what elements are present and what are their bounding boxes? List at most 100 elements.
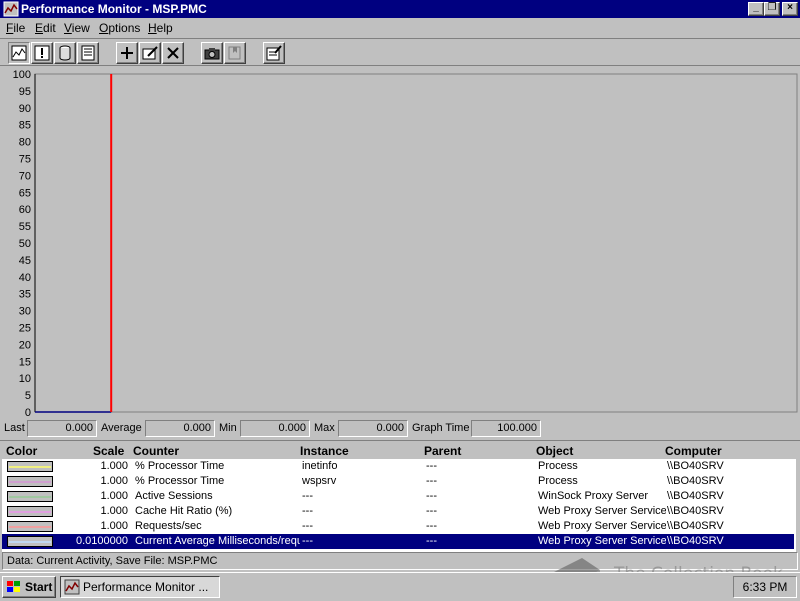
col-object: Object [536,444,574,458]
menu-edit-label: dit [43,21,56,35]
legend-object: WinSock Proxy Server [538,490,649,502]
col-color: Color [6,444,38,458]
minimize-button[interactable]: _ [748,2,764,16]
performance-monitor-app-icon[interactable] [3,1,19,17]
legend-computer: \\BO40SRV [667,490,724,502]
legend-parent: --- [426,460,437,472]
bookmark-button[interactable] [224,42,246,64]
legend-scale: 1.000 [100,460,128,472]
col-parent: Parent [424,444,462,458]
alert-view-button[interactable] [31,42,53,64]
edit-counter-icon [142,46,158,60]
legend-computer: \\BO40SRV [667,535,724,547]
legend-row[interactable]: 1.000 % Processor Time inetinfo --- Process \… [2,459,794,474]
y-tick-label: 5 [25,390,31,402]
title-bar: Performance Monitor - MSP.PMC _ ❐ × [0,0,800,18]
legend-row[interactable]: 0.0100000 Current Average Milliseconds/re… [2,534,794,549]
legend-computer: \\BO40SRV [667,475,724,487]
close-button[interactable]: × [782,2,798,16]
legend-color-swatch [7,491,53,502]
y-tick-label: 50 [19,238,31,250]
legend-row[interactable]: 1.000 Active Sessions --- --- WinSock Proxy … [2,489,794,504]
log-view-button[interactable] [54,42,76,64]
legend-instance: --- [302,490,313,502]
y-tick-label: 20 [19,339,31,351]
legend-counter: Active Sessions [135,490,213,502]
system-clock: 6:33 PM [733,576,797,598]
average-label: Average [101,422,142,434]
delete-counter-button[interactable] [162,42,184,64]
legend-color-swatch [7,536,53,547]
y-tick-label: 15 [19,356,31,368]
y-tick-label: 85 [19,120,31,132]
taskbar-performance-monitor[interactable]: Performance Monitor ... [60,576,220,598]
col-scale: Scale [93,444,125,458]
toolbar [0,38,800,66]
chart-svg: 1009590858075706560555045403530252015105… [13,69,798,418]
chart-view-button[interactable] [8,42,30,64]
y-tick-label: 65 [19,187,31,199]
delete-counter-icon [167,47,179,59]
menu-options-label: ptions [108,21,141,35]
y-tick-label: 80 [19,137,31,149]
legend-row[interactable]: 1.000 Requests/sec --- --- Web Proxy Server … [2,519,794,534]
legend-scale: 1.000 [100,505,128,517]
y-tick-label: 70 [19,170,31,182]
snapshot-icon [204,48,220,60]
menu-edit[interactable]: Edit [35,21,56,35]
legend-scale: 0.0100000 [76,535,128,547]
bookmark-icon [228,46,241,60]
plot-frame [34,73,798,413]
legend-parent: --- [426,475,437,487]
legend-header: Color Scale Counter Instance Parent Obje… [0,440,800,458]
menu-file[interactable]: File [6,21,25,35]
y-tick-label: 45 [19,255,31,267]
max-value: 0.000 [338,420,408,437]
y-tick-label: 95 [19,86,31,98]
legend-computer: \\BO40SRV [667,460,724,472]
graph-time-value: 100.000 [471,420,541,437]
menu-view[interactable]: View [64,21,90,35]
task-label: Performance Monitor ... [83,580,209,594]
legend-row[interactable]: 1.000 Cache Hit Ratio (%) --- --- Web Proxy … [2,504,794,519]
options-icon [266,45,282,61]
legend-object: Web Proxy Server Service [538,535,666,547]
legend-row[interactable]: 1.000 % Processor Time wspsrv --- Process \\B… [2,474,794,489]
menu-edit-accel: E [35,21,44,35]
menu-help-label: elp [156,21,173,35]
legend-counter: Cache Hit Ratio (%) [135,505,233,517]
y-tick-label: 90 [19,103,31,115]
menu-options[interactable]: Options [99,21,140,35]
restore-button[interactable]: ❐ [764,2,780,16]
legend-color-swatch [7,506,53,517]
menu-help[interactable]: Help [148,21,173,35]
performance-monitor-task-icon [64,579,80,595]
chart-area: 100 95 90 85 80 75 70 65 60 55 50 45 40 35 30 25 20 15 10 5… [0,66,800,418]
legend-instance: wspsrv [302,475,337,487]
start-button[interactable]: Start [2,576,56,598]
report-view-icon [81,45,95,61]
legend-parent: --- [426,535,437,547]
legend-list[interactable]: 1.000 % Processor Time inetinfo --- Process \… [2,459,796,552]
edit-counter-button[interactable] [139,42,161,64]
report-view-button[interactable] [77,42,99,64]
y-tick-label: 35 [19,289,31,301]
legend-object: Process [538,475,578,487]
add-counter-icon [121,47,133,59]
legend-computer: \\BO40SRV [667,520,724,532]
y-tick-label: 75 [19,154,31,166]
windows-logo-icon [7,581,20,592]
legend-counter: % Processor Time [135,460,225,472]
col-computer: Computer [665,444,722,458]
chart-view-icon [11,45,27,61]
menu-help-accel: H [148,21,157,35]
legend-parent: --- [426,490,437,502]
status-text: Data: Current Activity, Save File: MSP.P… [7,555,218,567]
options-button[interactable] [263,42,285,64]
last-value: 0.000 [27,420,97,437]
add-counter-button[interactable] [116,42,138,64]
legend-object: Web Proxy Server Service [538,505,666,517]
y-tick-label: 55 [19,221,31,233]
snapshot-button[interactable] [201,42,223,64]
min-label: Min [219,422,237,434]
